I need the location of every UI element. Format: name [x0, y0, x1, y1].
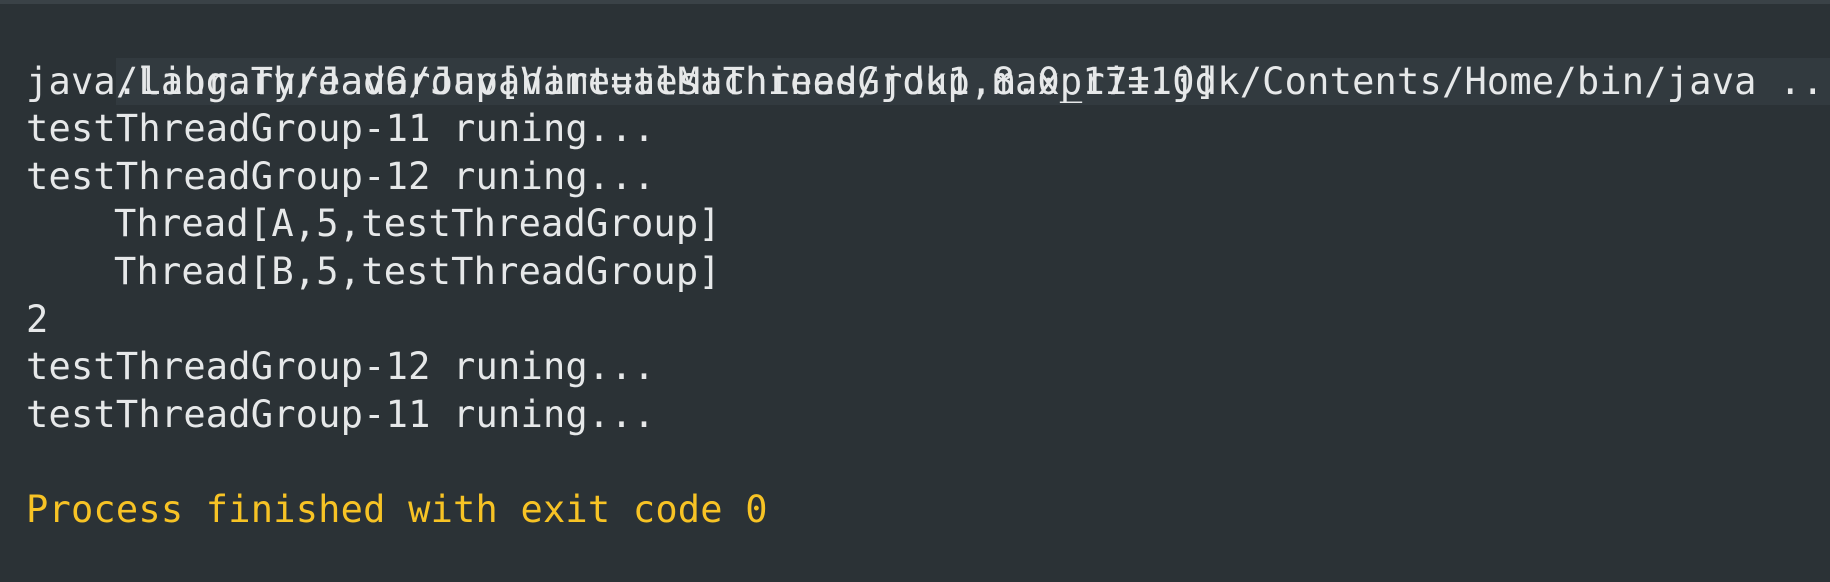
console-output-line: Thread[A,5,testThreadGroup]	[114, 202, 721, 246]
console-output-line: testThreadGroup-12 runing...	[26, 154, 656, 198]
run-console-output[interactable]: /Library/Java/JavaVirtualMachines/jdk1.8…	[0, 0, 1830, 582]
console-output-line: Thread[B,5,testThreadGroup]	[114, 249, 721, 293]
console-output-line: testThreadGroup-11 runing...	[26, 107, 656, 151]
console-output-line: testThreadGroup-11 runing...	[26, 392, 656, 436]
console-output-line: 2	[26, 297, 49, 341]
console-output-line: testThreadGroup-12 runing...	[26, 345, 656, 389]
console-command-line[interactable]: /Library/Java/JavaVirtualMachines/jdk1.8…	[0, 10, 1830, 106]
process-exit-message: Process finished with exit code 0	[26, 487, 768, 531]
